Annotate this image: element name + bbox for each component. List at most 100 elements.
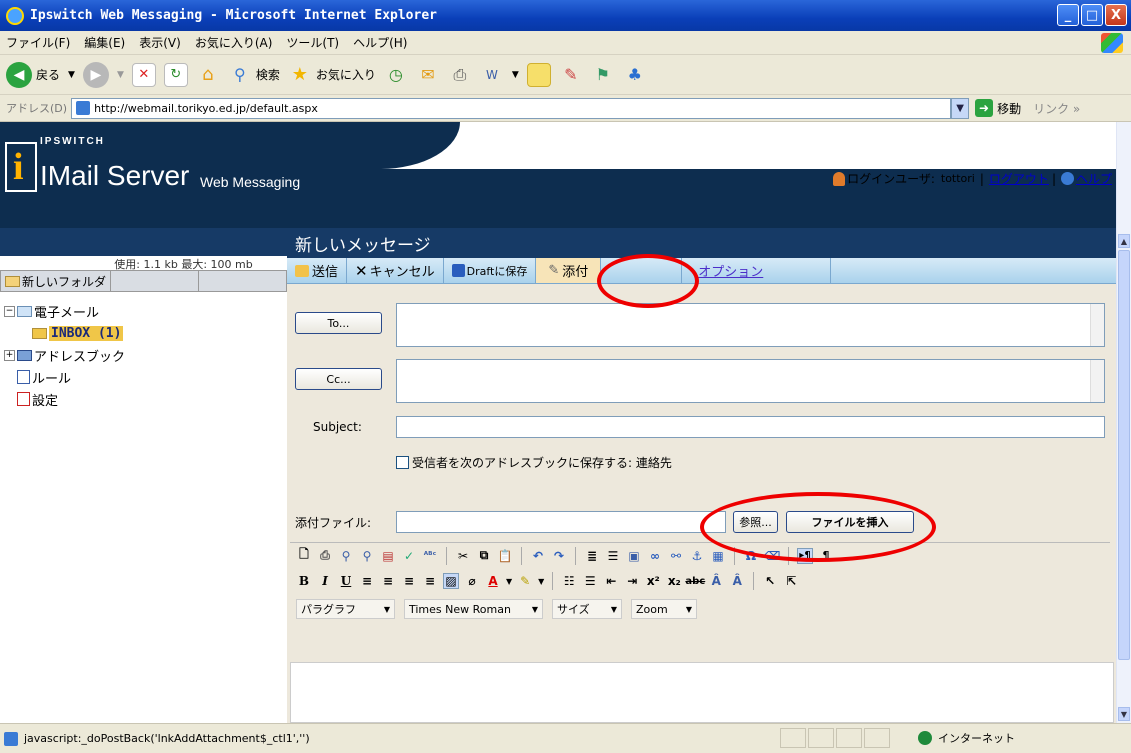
- font-size-down-icon[interactable]: Â: [729, 573, 745, 589]
- stop-icon[interactable]: ✕: [131, 62, 156, 87]
- subject-input[interactable]: [396, 416, 1105, 438]
- select-icon[interactable]: ⇱: [783, 573, 799, 589]
- subscript-icon[interactable]: x₂: [666, 573, 682, 589]
- highlight-icon[interactable]: ✎: [517, 573, 533, 589]
- favorites-star-icon[interactable]: ★: [288, 63, 312, 87]
- address-input[interactable]: http://webmail.torikyo.ed.jp/default.asp…: [71, 97, 952, 119]
- html-mode-icon[interactable]: ▸¶: [797, 547, 813, 564]
- menu-file[interactable]: ファイル(F): [6, 34, 70, 51]
- message-body-editor[interactable]: [290, 662, 1114, 723]
- to-button[interactable]: To...: [295, 312, 382, 334]
- insert-file-button[interactable]: ファイルを挿入: [786, 511, 914, 533]
- cc-field-scrollbar[interactable]: [1090, 360, 1104, 402]
- tree-item-rules[interactable]: ルール: [4, 366, 125, 388]
- menu-tools[interactable]: ツール(T): [286, 34, 339, 51]
- discuss-icon[interactable]: [526, 62, 551, 87]
- cc-field[interactable]: [396, 359, 1105, 403]
- highlight-dropdown-icon[interactable]: ▼: [538, 577, 544, 586]
- eraser-icon[interactable]: ⌀: [464, 573, 480, 589]
- print-icon[interactable]: ⎙: [448, 63, 472, 87]
- tree-label-inbox[interactable]: INBOX (1): [49, 325, 124, 341]
- back-label[interactable]: 戻る: [36, 66, 60, 83]
- scroll-down-icon[interactable]: ▼: [1118, 707, 1130, 721]
- new-doc-icon[interactable]: 🗋: [296, 547, 312, 564]
- font-color-icon[interactable]: A: [485, 573, 501, 589]
- address-url[interactable]: http://webmail.torikyo.ed.jp/default.asp…: [94, 102, 318, 115]
- zoom-dropdown[interactable]: Zoom ▼: [631, 599, 697, 619]
- favorites-label[interactable]: お気に入り: [316, 66, 376, 83]
- tree-item-inbox[interactable]: INBOX (1): [4, 322, 125, 344]
- anchor-icon[interactable]: ⚓: [689, 548, 705, 564]
- save-draft-button[interactable]: Draftに保存: [444, 258, 537, 283]
- expand-icon[interactable]: +: [4, 349, 15, 361]
- forward-arrow-icon[interactable]: ▶: [82, 61, 109, 88]
- save-recipients-checkbox[interactable]: [396, 456, 409, 469]
- indent-icon[interactable]: ⇥: [624, 573, 640, 589]
- history-icon[interactable]: ◷: [384, 63, 408, 87]
- home-icon[interactable]: ⌂: [196, 63, 220, 87]
- send-button[interactable]: 送信: [287, 258, 348, 283]
- find-icon[interactable]: ⚲: [359, 548, 375, 564]
- preview-icon[interactable]: ⚲: [338, 548, 354, 564]
- spell-icon[interactable]: ✓: [401, 548, 417, 564]
- menu-view[interactable]: 表示(V): [139, 34, 181, 51]
- forward-dropdown-icon[interactable]: ▼: [117, 70, 124, 80]
- bold-icon[interactable]: B: [296, 573, 312, 589]
- options-tab[interactable]: オプション: [681, 258, 832, 283]
- hr-icon[interactable]: ▦: [710, 548, 726, 564]
- align-left-icon[interactable]: ≡: [359, 573, 375, 589]
- mail-icon[interactable]: ✉: [416, 63, 440, 87]
- align-right-icon[interactable]: ≡: [401, 573, 417, 589]
- clean-icon[interactable]: ⌫: [764, 548, 781, 564]
- collapse-icon[interactable]: −: [4, 305, 15, 317]
- pilcrow-icon[interactable]: ¶: [818, 548, 834, 564]
- close-button[interactable]: X: [1105, 4, 1127, 26]
- menu-favorites[interactable]: お気に入り(A): [195, 34, 273, 51]
- absolute-position-icon[interactable]: ↖: [762, 573, 778, 589]
- table-icon[interactable]: ▤: [380, 548, 396, 564]
- bullet-list-icon[interactable]: ☰: [582, 573, 598, 589]
- menu-help[interactable]: ヘルプ(H): [353, 34, 407, 51]
- back-arrow-icon[interactable]: ◀: [6, 61, 32, 88]
- cut-icon[interactable]: ✂: [455, 548, 471, 564]
- messenger-icon[interactable]: ⚑: [591, 63, 615, 87]
- paste-icon[interactable]: 📋: [497, 548, 513, 564]
- tree-item-addressbook[interactable]: + アドレスブック: [4, 344, 125, 366]
- search-label[interactable]: 検索: [256, 66, 280, 83]
- align-icon[interactable]: ≣: [584, 548, 600, 564]
- unlink-icon[interactable]: ⚯: [668, 548, 684, 564]
- edit-dropdown-icon[interactable]: ▼: [512, 70, 519, 80]
- to-field-scrollbar[interactable]: [1090, 304, 1104, 346]
- cc-button[interactable]: Cc...: [295, 368, 382, 390]
- scroll-up-icon[interactable]: ▲: [1118, 234, 1130, 248]
- align-justify-icon[interactable]: ≡: [422, 573, 438, 589]
- research-icon[interactable]: ✎: [559, 63, 583, 87]
- paragraph-dropdown[interactable]: パラグラフ ▼: [296, 599, 395, 619]
- minimize-button[interactable]: _: [1057, 4, 1079, 26]
- attachment-path-input[interactable]: [396, 511, 726, 533]
- link-icon[interactable]: ∞: [647, 548, 663, 564]
- links-button[interactable]: リンク »: [1033, 100, 1080, 117]
- attach-button[interactable]: ✎ 添付: [536, 258, 602, 283]
- address-dropdown-icon[interactable]: ▼: [951, 97, 970, 119]
- font-size-up-icon[interactable]: Â: [708, 573, 724, 589]
- redo-icon[interactable]: ↷: [551, 548, 567, 564]
- scroll-thumb[interactable]: [1118, 250, 1130, 660]
- people-icon[interactable]: ♣: [623, 63, 647, 87]
- browse-button[interactable]: 参照...: [733, 511, 778, 533]
- copy-icon[interactable]: ⧉: [476, 548, 492, 564]
- refresh-icon[interactable]: ↻: [163, 62, 188, 87]
- logout-link[interactable]: ログアウト: [989, 170, 1049, 187]
- help-link[interactable]: ヘルプ: [1076, 170, 1112, 187]
- search-icon[interactable]: ⚲: [228, 63, 252, 87]
- font-dropdown[interactable]: Times New Roman ▼: [404, 599, 543, 619]
- image-icon[interactable]: ▣: [626, 548, 642, 564]
- underline-icon[interactable]: U: [338, 573, 354, 589]
- italic-icon[interactable]: I: [317, 573, 333, 589]
- edit-icon[interactable]: W: [480, 63, 504, 87]
- ordered-list-icon[interactable]: ☷: [561, 573, 577, 589]
- strike-icon[interactable]: abc: [685, 573, 705, 589]
- menu-edit[interactable]: 編集(E): [84, 34, 125, 51]
- maximize-button[interactable]: □: [1081, 4, 1103, 26]
- page-scrollbar[interactable]: ▲ ▼: [1116, 122, 1131, 723]
